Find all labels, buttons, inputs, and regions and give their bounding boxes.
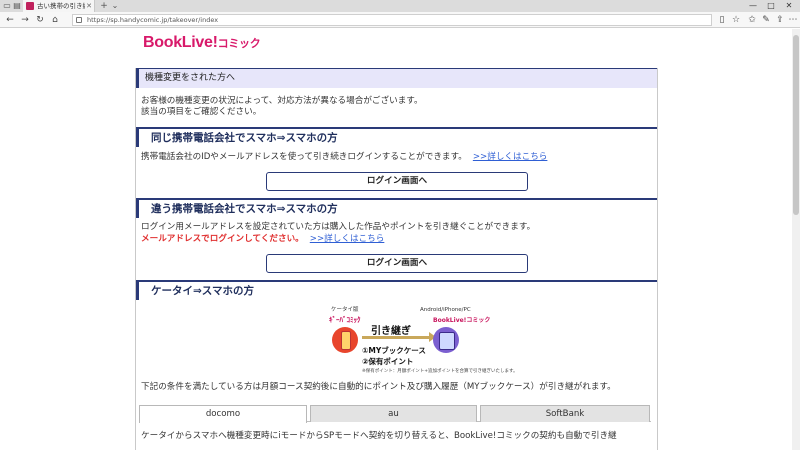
section-same-carrier-heading-bar: 同じ携帯電話会社でスマホ⇒スマホの方 [136,127,657,147]
tablet-icon [433,327,459,353]
section-keitai-text: 下記の条件を満たしている方は月額コース契約後に自動的にポイント及び購入履歴（MY… [141,382,616,392]
share-icon[interactable]: ⇪ [774,14,786,26]
logo-booklive: BookLive! [143,34,218,51]
feature-phone-icon [332,327,358,353]
section-same-carrier-text: 携帯電話会社のIDやメールアドレスを使って引き続きログインすることができます。 >… [141,151,547,163]
login-button-2[interactable]: ログイン画面へ [266,254,528,273]
section-different-carrier-line-2: メールアドレスでログインしてください。 >>詳しくはこちら [141,233,384,245]
intro-heading-bar: 機種変更をされた方へ [136,68,657,88]
intro-heading: 機種変更をされた方へ [145,73,236,83]
illus-item-1: ①MYブックケース [362,346,426,355]
home-icon[interactable]: ⌂ [49,14,61,26]
favorite-star-icon[interactable]: ☆ [730,14,742,26]
page-scrollbar[interactable] [792,29,800,450]
maximize-icon[interactable]: □ [762,0,780,12]
illus-item-2: ②保有ポイント [362,357,414,366]
illus-left-logo: ｷﾞｰﾊﾞｺﾐｯｸ [329,316,361,324]
logo-comic: コミック [217,38,261,50]
illus-takeover-label: 引き継ぎ [371,326,411,337]
section-same-carrier-heading: 同じ携帯電話会社でスマホ⇒スマホの方 [151,132,338,144]
browser-tab-bar: ▭ ▤ 古い携帯の引き継ぎ | 電 ✕ + ⌄ — □ ✕ [0,0,800,12]
browser-tab[interactable]: 古い携帯の引き継ぎ | 電 ✕ [23,0,95,12]
site-logo[interactable]: BookLive!コミック [143,34,261,53]
email-login-notice: メールアドレスでログインしてください。 [141,234,304,244]
illus-left-caption: ケータイ版 [331,307,359,313]
address-bar: ← → ↻ ⌂ https://sp.handycomic.jp/takeove… [0,12,800,28]
url-text: https://sp.handycomic.jp/takeover/index [87,16,219,24]
same-carrier-details-link[interactable]: >>詳しくはこちら [473,152,548,162]
reload-icon[interactable]: ↻ [34,14,46,26]
arrow-right-icon [362,332,436,342]
intro-line-2: 該当の項目をご確認ください。 [141,107,262,117]
login-button-1[interactable]: ログイン画面へ [266,172,528,191]
tab-list-chevron-icon[interactable]: ⌄ [110,1,120,11]
more-icon[interactable]: ⋯ [787,14,799,26]
different-carrier-details-link[interactable]: >>詳しくはこちら [310,234,385,244]
carrier-tabs: docomo au SoftBank [139,405,651,423]
main-content: 機種変更をされた方へ お客様の機種変更の状況によって、対応方法が異なる場合がござ… [135,68,658,450]
section-keitai-heading: ケータイ⇒スマホの方 [151,285,254,297]
minimize-icon[interactable]: — [744,0,762,12]
forward-icon[interactable]: → [19,14,31,26]
tab-softbank[interactable]: SoftBank [480,405,650,422]
browser-tab-title: 古い携帯の引き継ぎ | 電 [37,2,85,10]
url-input[interactable]: https://sp.handycomic.jp/takeover/index [72,14,712,26]
back-icon[interactable]: ← [4,14,16,26]
illus-note: ※保有ポイント：月額ポイント+追加ポイントを合算で引き継ぎいたします。 [362,369,518,374]
tab-actions-icon[interactable]: ▭ [2,1,12,11]
lock-icon [76,17,82,23]
section-same-carrier-desc: 携帯電話会社のIDやメールアドレスを使って引き続きログインすることができます。 [141,152,467,162]
tab-au[interactable]: au [310,405,477,422]
tab-close-icon[interactable]: ✕ [86,1,92,11]
section-different-carrier-heading: 違う携帯電話会社でスマホ⇒スマホの方 [151,203,338,215]
tab-content-text: ケータイからスマホへ機種変更時にiモードからSPモードへ契約を切り替えると、Bo… [141,431,617,441]
reading-view-icon[interactable]: ▯ [716,14,728,26]
favicon-icon [26,2,34,10]
section-different-carrier-heading-bar: 違う携帯電話会社でスマホ⇒スマホの方 [136,198,657,218]
close-window-icon[interactable]: ✕ [780,0,798,12]
tab-docomo[interactable]: docomo [139,405,307,423]
tab-preview-icon[interactable]: ▤ [12,1,22,11]
section-keitai-heading-bar: ケータイ⇒スマホの方 [136,280,657,300]
section-different-carrier-text: ログイン用メールアドレスを設定されていた方は購入した作品やポイントを引き継ぐこと… [141,222,536,232]
illus-right-caption: Android/iPhone/PC [420,307,471,313]
notes-icon[interactable]: ✎ [760,14,772,26]
takeover-illustration: ケータイ版 ｷﾞｰﾊﾞｺﾐｯｸ Android/iPhone/PC BookLi… [326,304,518,378]
scroll-thumb[interactable] [793,35,799,215]
new-tab-icon[interactable]: + [99,1,109,11]
illus-right-logo: BookLive!コミック [433,317,491,324]
favorites-hub-icon[interactable]: ✩ [746,14,758,26]
